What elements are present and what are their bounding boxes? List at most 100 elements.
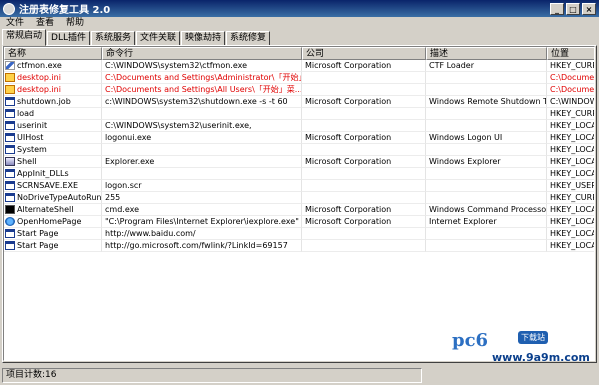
cell-command: C:\Documents and Settings\Administrator\… [102, 72, 302, 84]
cell-command: http://go.microsoft.com/fwlink/?LinkId=6… [102, 240, 302, 252]
watermark: pc6 下载站 www.9a9m.com [452, 327, 596, 364]
column-header-command[interactable]: 命令行 [102, 47, 302, 60]
table-row[interactable]: shutdown.job c:\WINDOWS\system32\shutdown… [4, 96, 594, 108]
tab-dll-plugins[interactable]: DLL插件 [47, 31, 90, 46]
app-icon [5, 97, 15, 106]
cell-company: Microsoft Corporation [302, 204, 426, 216]
table-row[interactable]: Start Page http://www.baidu.com/HKEY_LOCA [4, 228, 594, 240]
list-rows: ctfmon.exe C:\WINDOWS\system32\ctfmon.exe… [4, 60, 594, 252]
maximize-button[interactable]: □ [566, 2, 580, 15]
cell-company [302, 228, 426, 240]
cmd-icon [5, 205, 15, 214]
cell-company: Microsoft Corporation [302, 60, 426, 72]
cell-description: Windows Explorer [426, 156, 547, 168]
cell-name-text: desktop.ini [17, 84, 61, 94]
cell-company: Microsoft Corporation [302, 96, 426, 108]
cell-name: shutdown.job [4, 96, 102, 108]
cell-name: AppInit_DLLs [4, 168, 102, 180]
menu-help[interactable]: 帮助 [60, 17, 90, 30]
column-header-description[interactable]: 描述 [426, 47, 547, 60]
cell-name: userinit [4, 120, 102, 132]
cell-company [302, 120, 426, 132]
cell-company [302, 240, 426, 252]
table-row[interactable]: desktop.ini C:\Documents and Settings\All… [4, 84, 594, 96]
cell-location: C:\Documen [547, 84, 594, 96]
cell-description: Windows Remote Shutdown T... [426, 96, 547, 108]
table-row[interactable]: OpenHomePage "C:\Program Files\Internet E… [4, 216, 594, 228]
cell-name: Start Page [4, 240, 102, 252]
tab-system-repair[interactable]: 系统修复 [226, 31, 271, 46]
cell-description [426, 180, 547, 192]
column-header-name[interactable]: 名称 [4, 47, 102, 60]
cell-location: HKEY_CURR [547, 60, 594, 72]
app-icon [5, 229, 15, 238]
cell-description [426, 72, 547, 84]
cell-description: Windows Command Processor [426, 204, 547, 216]
tab-image-hijack[interactable]: 映像劫持 [181, 31, 226, 46]
column-header-location[interactable]: 位置 [547, 47, 594, 60]
startup-list[interactable]: 名称 命令行 公司 描述 位置 ctfmon.exe C:\WINDOWS\sys… [3, 46, 595, 361]
cell-command [102, 108, 302, 120]
table-row[interactable]: desktop.ini C:\Documents and Settings\Adm… [4, 72, 594, 84]
cell-name-text: AlternateShell [17, 204, 74, 214]
app-icon [5, 109, 15, 118]
cell-company [302, 192, 426, 204]
cell-location: HKEY_LOCA [547, 120, 594, 132]
cell-description [426, 84, 547, 96]
table-row[interactable]: AlternateShell cmd.exe Microsoft Corporati… [4, 204, 594, 216]
table-row[interactable]: NoDriveTypeAutoRun 255 HKEY_CURR [4, 192, 594, 204]
pen-icon [5, 61, 15, 70]
table-row[interactable]: Start Page http://go.microsoft.com/fwlink… [4, 240, 594, 252]
minimize-button[interactable]: _ [550, 2, 564, 15]
cell-description [426, 240, 547, 252]
table-row[interactable]: userinit C:\WINDOWS\system32\userinit.exe… [4, 120, 594, 132]
table-row[interactable]: Shell Explorer.exe Microsoft Corporation Wi… [4, 156, 594, 168]
table-row[interactable]: load HKEY_CURR [4, 108, 594, 120]
cell-name-text: desktop.ini [17, 72, 61, 82]
cell-command: C:\WINDOWS\system32\userinit.exe, [102, 120, 302, 132]
menu-bar: 文件 查看 帮助 [0, 17, 599, 30]
cell-company [302, 168, 426, 180]
table-row[interactable]: System HKEY_LOCA [4, 144, 594, 156]
cell-name-text: ctfmon.exe [17, 60, 62, 70]
cell-company [302, 108, 426, 120]
cell-location: HKEY_LOCA [547, 168, 594, 180]
watermark-url: www.9a9m.com [492, 351, 590, 364]
config-file-icon [5, 85, 15, 94]
table-row[interactable]: AppInit_DLLs HKEY_LOCA [4, 168, 594, 180]
cell-location: HKEY_LOCA [547, 228, 594, 240]
cell-command [102, 144, 302, 156]
cell-name-text: shutdown.job [17, 96, 71, 106]
tab-system-services[interactable]: 系统服务 [90, 31, 135, 46]
column-header-company[interactable]: 公司 [302, 47, 426, 60]
cell-command: http://www.baidu.com/ [102, 228, 302, 240]
gear-icon [3, 2, 15, 15]
table-row[interactable]: UIHost logonui.exe Microsoft Corporation Wi… [4, 132, 594, 144]
cell-location: HKEY_USER [547, 180, 594, 192]
cell-command: Explorer.exe [102, 156, 302, 168]
cell-name-text: userinit [17, 120, 48, 130]
cell-command: "C:\Program Files\Internet Explorer\iexp… [102, 216, 302, 228]
cell-description [426, 144, 547, 156]
status-bar: 项目计数:16 [0, 366, 599, 385]
cell-name: System [4, 144, 102, 156]
cell-name-text: Start Page [17, 228, 59, 238]
cell-location: HKEY_LOCA [547, 204, 594, 216]
cell-name: Start Page [4, 228, 102, 240]
tab-file-associations[interactable]: 文件关联 [136, 31, 181, 46]
cell-name-text: Shell [17, 156, 37, 166]
cell-company [302, 144, 426, 156]
cell-command [102, 168, 302, 180]
table-row[interactable]: SCRNSAVE.EXE logon.scr HKEY_USER [4, 180, 594, 192]
cell-command: logon.scr [102, 180, 302, 192]
cell-name-text: SCRNSAVE.EXE [17, 180, 79, 190]
cell-command: 255 [102, 192, 302, 204]
cell-command: c:\WINDOWS\system32\shutdown.exe -s -t 6… [102, 96, 302, 108]
cell-location: HKEY_LOCA [547, 144, 594, 156]
column-header-row: 名称 命令行 公司 描述 位置 [4, 47, 594, 60]
cell-description [426, 108, 547, 120]
tab-startup[interactable]: 常规启动 [2, 29, 47, 46]
cell-name-text: System [17, 144, 47, 154]
table-row[interactable]: ctfmon.exe C:\WINDOWS\system32\ctfmon.exe… [4, 60, 594, 72]
close-button[interactable]: × [582, 2, 596, 15]
